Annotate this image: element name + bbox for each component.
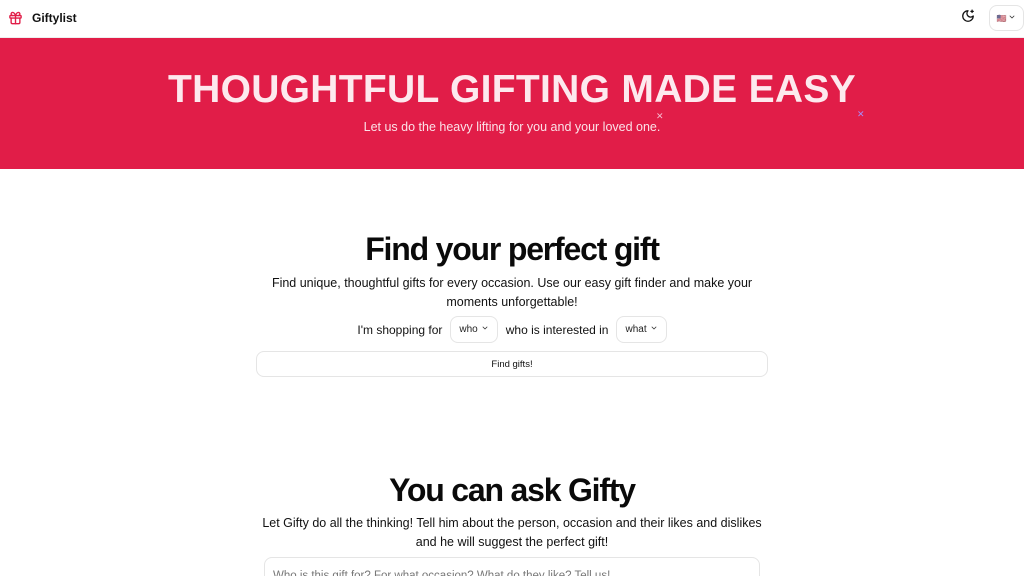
who-select-value: who	[459, 324, 478, 335]
chevron-down-icon	[481, 324, 489, 335]
shopping-for-label: I'm shopping for	[357, 322, 443, 337]
what-select[interactable]: what	[616, 316, 667, 343]
hero-banner: THOUGHTFUL GIFTING MADE EASY Let us do t…	[0, 38, 1024, 169]
hero-title: THOUGHTFUL GIFTING MADE EASY	[167, 68, 856, 111]
moon-icon	[961, 9, 975, 28]
sparkle-icon: ✕	[656, 111, 664, 121]
ask-description: Let Gifty do all the thinking! Tell him …	[262, 516, 762, 549]
language-label: 🇺🇸	[996, 13, 1007, 23]
shopping-filter-row: I'm shopping for who who is interested i…	[0, 316, 1024, 343]
language-select[interactable]: 🇺🇸	[989, 5, 1024, 31]
who-select[interactable]: who	[450, 316, 498, 343]
what-select-value: what	[625, 324, 647, 335]
sparkle-icon: ✕	[857, 109, 865, 119]
theme-toggle-button[interactable]	[956, 7, 980, 29]
finder-title: Find your perfect gift	[365, 231, 660, 267]
interested-in-label: who is interested in	[505, 322, 609, 337]
navbar: Giftylist 🇺🇸	[0, 0, 1024, 38]
chevron-down-icon	[650, 324, 658, 335]
hero-subtitle: Let us do the heavy lifting for you and …	[363, 120, 661, 134]
find-gifts-button[interactable]: Find gifts!	[256, 351, 768, 377]
gift-icon	[8, 9, 24, 27]
finder-description: Find unique, thoughtful gifts for every …	[271, 276, 753, 309]
ask-title: You can ask Gifty	[389, 472, 636, 508]
chevron-down-icon	[1008, 13, 1016, 23]
brand-link[interactable]: Giftylist	[8, 9, 77, 27]
brand-name: Giftylist	[32, 11, 77, 25]
ask-gifty-input[interactable]	[264, 557, 760, 576]
